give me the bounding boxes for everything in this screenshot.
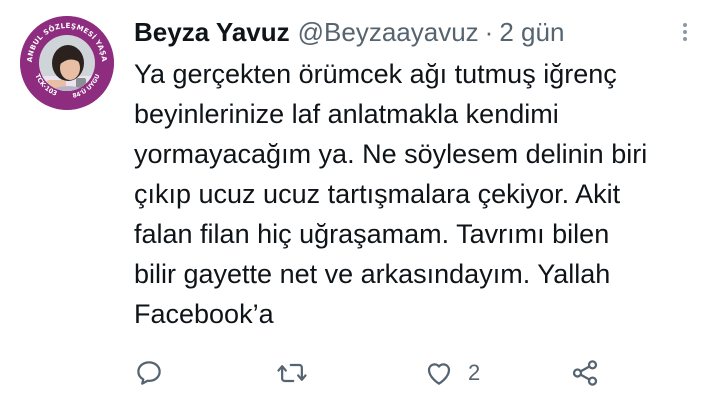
retweet-button[interactable]: [276, 356, 308, 390]
tweet-text-line: Ya gerçekten örümcek ağı tutmuş iğrenç: [134, 59, 617, 89]
more-vertical-icon[interactable]: [672, 16, 698, 48]
tweet[interactable]: İSTANBUL SÖZLEŞMESİ YAŞATIR TCK-103 6284…: [0, 0, 720, 400]
separator: ·: [484, 16, 494, 47]
like-count: 2: [468, 360, 481, 385]
tweet-text-line: falan filan hiç uğraşamam. Tavrımı bilen: [134, 219, 610, 249]
tweet-actions: 2: [134, 356, 634, 390]
tweet-text-line: çıkıp ucuz ucuz tartışmalara çekiyor. Ak…: [134, 179, 621, 209]
user-handle[interactable]: @Beyzaayavuz: [298, 17, 479, 48]
tweet-text-line: bilir gayette net ve arkasındayım. Yalla…: [134, 259, 611, 289]
reply-button[interactable]: [134, 356, 164, 390]
heart-icon: [424, 358, 454, 388]
tweet-text-line: Facebook’a: [134, 299, 274, 329]
share-button[interactable]: [570, 356, 600, 390]
tweet-text: Ya gerçekten örümcek ağı tutmuş iğrenç b…: [134, 54, 704, 334]
avatar[interactable]: İSTANBUL SÖZLEŞMESİ YAŞATIR TCK-103 6284…: [20, 16, 114, 110]
like-button[interactable]: 2: [424, 356, 480, 390]
display-name[interactable]: Beyza Yavuz: [134, 17, 290, 48]
timestamp[interactable]: 2 gün: [499, 17, 564, 48]
reply-icon: [134, 358, 164, 388]
tweet-text-line: beyinlerinize laf anlatmakla kendimi: [134, 99, 559, 129]
retweet-icon: [276, 358, 308, 388]
share-icon: [570, 358, 600, 388]
tweet-text-line: yormayacağım ya. Ne söylesem delinin bir…: [134, 139, 648, 169]
tweet-header: Beyza Yavuz @Beyzaayavuz · 2 gün: [134, 10, 564, 54]
